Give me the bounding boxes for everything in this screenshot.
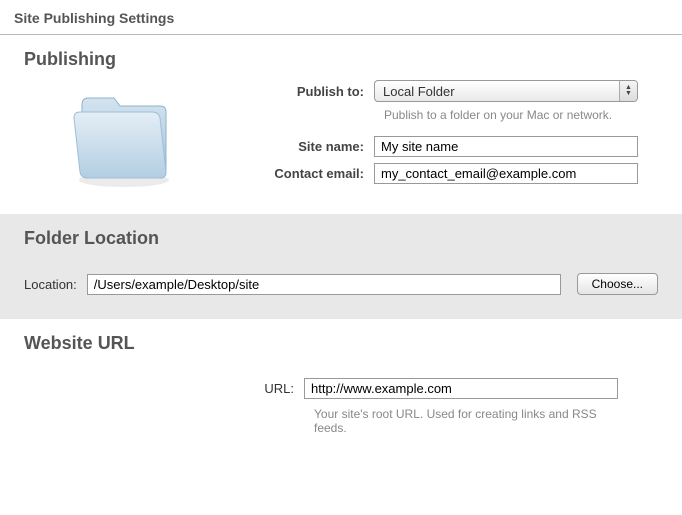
publish-to-select[interactable]: Local Folder ▲▼ <box>374 80 638 102</box>
publishing-section: Publishing P <box>0 35 682 214</box>
publish-to-label: Publish to: <box>224 84 374 99</box>
site-name-input[interactable] <box>374 136 638 157</box>
website-url-section: Website URL URL: Your site's root URL. U… <box>0 319 682 459</box>
folder-location-section: Folder Location Location: Choose... <box>0 214 682 319</box>
chevron-up-down-icon: ▲▼ <box>619 81 637 101</box>
url-hint: Your site's root URL. Used for creating … <box>314 407 618 435</box>
publish-hint: Publish to a folder on your Mac or netwo… <box>384 108 638 122</box>
location-label: Location: <box>24 277 87 292</box>
choose-button[interactable]: Choose... <box>577 273 658 295</box>
page-title: Site Publishing Settings <box>0 0 682 35</box>
folder-icon <box>24 80 224 190</box>
location-input[interactable] <box>87 274 561 295</box>
url-label: URL: <box>224 381 304 396</box>
website-url-heading: Website URL <box>24 333 658 354</box>
publishing-heading: Publishing <box>24 49 658 70</box>
url-input[interactable] <box>304 378 618 399</box>
site-name-label: Site name: <box>224 139 374 154</box>
folder-location-heading: Folder Location <box>24 228 658 249</box>
publish-to-value: Local Folder <box>374 80 638 102</box>
contact-email-label: Contact email: <box>224 166 374 181</box>
contact-email-input[interactable] <box>374 163 638 184</box>
